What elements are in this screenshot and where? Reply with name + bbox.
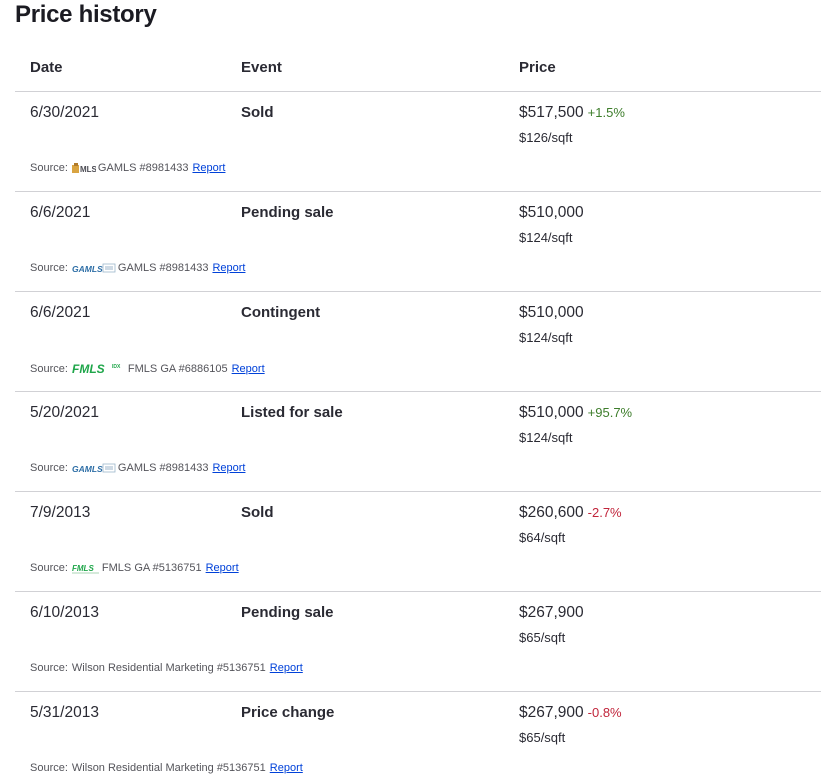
source-text: FMLS GA #5136751 — [101, 562, 202, 574]
price-value: $510,000 — [519, 304, 584, 321]
price-value: $510,000 — [519, 404, 584, 421]
source-label: Source: — [30, 162, 68, 174]
event-date: 5/20/2021 — [30, 404, 99, 421]
price-cell: $517,500 +1.5% — [519, 104, 625, 122]
price-change: +95.7% — [587, 405, 633, 420]
event-type: Contingent — [241, 304, 321, 321]
table-row: 6/6/2021 Pending sale $510,000 $124/sqft Sou… — [15, 192, 821, 292]
source-text: Wilson Residential Marketing #5136751 — [71, 662, 266, 674]
price-value: $510,000 — [519, 204, 584, 221]
source-line: Source: FMLS IDX FMLS GA #6886105 Report — [30, 362, 265, 375]
price-cell: $267,900 -0.8% — [519, 704, 622, 722]
event-date: 6/6/2021 — [30, 304, 91, 321]
price-per-sqft: $124/sqft — [519, 330, 573, 345]
svg-text:IDX: IDX — [112, 364, 121, 370]
source-line: Source: MLS GAMLS #8981433 Report — [30, 162, 225, 174]
event-type: Pending sale — [241, 604, 334, 621]
table-row: 6/6/2021 Contingent $510,000 $124/sqft Sourc… — [15, 292, 821, 392]
source-line: Source: GAMLS GAMLS #8981433 Report — [30, 262, 245, 274]
event-date: 7/9/2013 — [30, 504, 91, 521]
price-value: $260,600 — [519, 504, 584, 521]
source-label: Source: — [30, 262, 68, 274]
svg-text:GAMLS: GAMLS — [72, 264, 103, 274]
report-link[interactable]: Report — [212, 262, 245, 274]
source-line: Source: Wilson Residential Marketing #513… — [30, 762, 303, 774]
source-label: Source: — [30, 362, 68, 375]
source-line: Source: FMLS FMLS GA #5136751 Report — [30, 562, 239, 574]
table-row: 6/30/2021 Sold $517,500 +1.5% $126/sqft Sourc… — [15, 92, 821, 192]
table-row: 6/10/2013 Pending sale $267,900 $65/sqft Sou… — [15, 592, 821, 692]
price-change: -0.8% — [587, 705, 622, 720]
source-label: Source: — [30, 462, 68, 474]
event-date: 6/6/2021 — [30, 204, 91, 221]
source-label: Source: — [30, 562, 68, 574]
column-header-event: Event — [241, 59, 282, 76]
table-row: 7/9/2013 Sold $260,600 -2.7% $64/sqft Source:… — [15, 492, 821, 592]
price-cell: $510,000 — [519, 204, 584, 222]
event-date: 5/31/2013 — [30, 704, 99, 721]
table-row: 5/31/2013 Price change $267,900 -0.8% $65/sq… — [15, 692, 821, 781]
event-type: Sold — [241, 504, 274, 521]
event-date: 6/30/2021 — [30, 104, 99, 121]
svg-text:FMLS: FMLS — [72, 564, 94, 573]
report-link[interactable]: Report — [270, 662, 303, 674]
report-link[interactable]: Report — [232, 363, 265, 375]
source-text: GAMLS #8981433 — [117, 262, 209, 274]
report-link[interactable]: Report — [192, 162, 225, 174]
price-per-sqft: $126/sqft — [519, 130, 573, 145]
report-link[interactable]: Report — [212, 462, 245, 474]
price-history-table: Date Event Price 6/30/2021 Sold $517,500 +1… — [15, 48, 821, 781]
svg-text:GAMLS: GAMLS — [72, 464, 103, 474]
gamls-logo: GAMLS — [72, 462, 116, 474]
fmls-small-logo: FMLS — [71, 562, 100, 574]
column-header-price: Price — [519, 59, 556, 76]
price-change: -2.7% — [587, 505, 622, 520]
price-value: $517,500 — [519, 104, 584, 121]
gamls-logo: GAMLS — [72, 262, 116, 274]
price-value: $267,900 — [519, 604, 584, 621]
source-label: Source: — [30, 762, 68, 774]
section-title: Price history — [15, 1, 157, 28]
source-text: Wilson Residential Marketing #5136751 — [71, 762, 266, 774]
svg-text:MLS: MLS — [80, 165, 96, 174]
report-link[interactable]: Report — [270, 762, 303, 774]
event-type: Price change — [241, 704, 335, 721]
price-cell: $260,600 -2.7% — [519, 504, 622, 522]
source-line: Source: GAMLS GAMLS #8981433 Report — [30, 462, 245, 474]
page: Price history Date Event Price 6/30/2021… — [0, 0, 821, 781]
event-date: 6/10/2013 — [30, 604, 99, 621]
table-row: 5/20/2021 Listed for sale $510,000 +95.7% $1… — [15, 392, 821, 492]
price-value: $267,900 — [519, 704, 584, 721]
source-text: GAMLS #8981433 — [97, 162, 189, 174]
event-type: Pending sale — [241, 204, 334, 221]
table-header: Date Event Price — [15, 48, 821, 92]
price-per-sqft: $124/sqft — [519, 430, 573, 445]
source-text: FMLS GA #6886105 — [127, 362, 228, 375]
price-per-sqft: $65/sqft — [519, 630, 566, 645]
table-body: 6/30/2021 Sold $517,500 +1.5% $126/sqft Sourc… — [15, 92, 821, 781]
price-per-sqft: $124/sqft — [519, 230, 573, 245]
source-line: Source: Wilson Residential Marketing #513… — [30, 662, 303, 674]
source-label: Source: — [30, 662, 68, 674]
price-cell: $510,000 — [519, 304, 584, 322]
report-link[interactable]: Report — [206, 562, 239, 574]
price-per-sqft: $65/sqft — [519, 730, 566, 745]
price-per-sqft: $64/sqft — [519, 530, 566, 545]
event-type: Sold — [241, 104, 274, 121]
price-cell: $510,000 +95.7% — [519, 404, 632, 422]
gamls-old-logo: MLS — [71, 162, 96, 174]
column-header-date: Date — [30, 59, 63, 76]
svg-text:FMLS: FMLS — [72, 362, 105, 375]
fmls-idx-logo: FMLS IDX — [72, 362, 126, 375]
source-text: GAMLS #8981433 — [117, 462, 209, 474]
event-type: Listed for sale — [241, 404, 343, 421]
price-cell: $267,900 — [519, 604, 584, 622]
price-change: +1.5% — [587, 105, 625, 120]
